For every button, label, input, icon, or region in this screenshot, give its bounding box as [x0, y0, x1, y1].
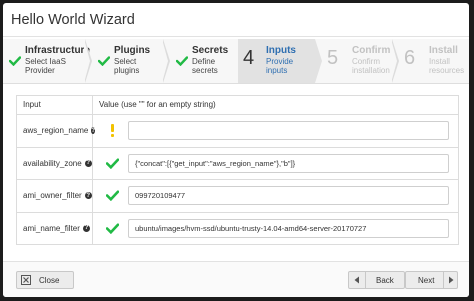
step-number: 6: [404, 47, 416, 69]
check-icon: [175, 54, 189, 68]
ami-name-filter-input[interactable]: ubuntu/images/hvm-ssd/ubuntu-trusty-14.0…: [128, 218, 449, 238]
close-label: Close: [39, 275, 60, 285]
help-icon[interactable]: ?: [84, 159, 92, 167]
wizard-modal: Hello World Wizard Infrastructure Select…: [3, 3, 469, 297]
check-icon: [99, 223, 125, 234]
inputs-table: Input Value (use "" for an empty string)…: [16, 95, 459, 245]
step-install: 6 Install Install resources: [399, 39, 469, 83]
step-confirm: 5 Confirm Confirm installation: [322, 39, 392, 83]
next-button[interactable]: Next: [405, 271, 458, 289]
step-subtitle: Select plugins: [114, 57, 140, 75]
step-infrastructure[interactable]: Infrastructure Select IaaS Provider: [3, 39, 90, 83]
cancel-icon: [21, 275, 31, 287]
step-secrets[interactable]: Secrets Define secrets: [170, 39, 238, 83]
input-name: ami_name_filter: [23, 223, 80, 233]
step-subtitle: Select IaaS Provider: [25, 57, 66, 75]
help-icon[interactable]: ?: [84, 192, 92, 200]
column-header-input: Input: [17, 96, 93, 114]
close-button[interactable]: Close: [16, 271, 74, 289]
arrow-left-icon: [349, 272, 365, 288]
table-row: ami_owner_filter ? 099720109477: [17, 180, 458, 213]
warning-icon: [99, 124, 125, 138]
modal-header: Hello World Wizard: [3, 3, 469, 37]
availability-zone-input[interactable]: {"concat":[{"get_input":"aws_region_name…: [128, 153, 449, 173]
wizard-steps: Infrastructure Select IaaS Provider Plug…: [3, 39, 469, 84]
modal-footer: Close Back Next: [3, 261, 469, 297]
step-subtitle: Provide inputs: [266, 57, 294, 75]
back-label: Back: [376, 275, 394, 285]
aws-region-name-input[interactable]: [128, 121, 449, 141]
check-icon: [8, 54, 22, 68]
button-divider: [365, 272, 366, 288]
step-title: Plugins: [114, 45, 151, 56]
next-label: Next: [418, 275, 435, 285]
step-title: Inputs: [266, 45, 296, 56]
step-divider-inner: [84, 39, 90, 83]
step-title: Install: [429, 45, 458, 56]
table-row: availability_zone ? {"concat":[{"get_inp…: [17, 147, 458, 180]
ami-owner-filter-input[interactable]: 099720109477: [128, 186, 449, 206]
table-header: Input Value (use "" for an empty string): [17, 96, 458, 115]
check-icon: [99, 158, 125, 169]
step-divider-inner: [391, 39, 397, 83]
step-subtitle: Confirm installation: [352, 57, 390, 75]
step-divider-inner: [162, 39, 168, 83]
step-title: Secrets: [192, 45, 229, 56]
arrow-right-icon: [444, 272, 457, 288]
table-row: ami_name_filter ? ubuntu/images/hvm-ssd/…: [17, 212, 458, 244]
check-icon: [99, 190, 125, 202]
step-divider-active: [315, 39, 322, 83]
step-inputs[interactable]: 4 Inputs Provide inputs: [238, 39, 315, 83]
back-button[interactable]: Back: [348, 271, 405, 289]
input-name: availability_zone: [23, 158, 82, 168]
column-header-value: Value (use "" for an empty string): [99, 100, 216, 109]
step-plugins[interactable]: Plugins Select plugins: [92, 39, 164, 83]
step-title: Confirm: [352, 45, 391, 56]
step-subtitle: Define secrets: [192, 57, 218, 75]
step-subtitle: Install resources: [429, 57, 465, 75]
step-number: 5: [327, 47, 339, 69]
input-name: aws_region_name: [23, 126, 89, 136]
step-title: Infrastructure: [25, 45, 91, 56]
help-icon[interactable]: ?: [82, 224, 90, 232]
table-row: aws_region_name ?: [17, 115, 458, 148]
step-number: 4: [243, 47, 255, 69]
input-name: ami_owner_filter: [23, 191, 82, 201]
check-icon: [97, 54, 111, 68]
modal-title: Hello World Wizard: [11, 11, 135, 28]
